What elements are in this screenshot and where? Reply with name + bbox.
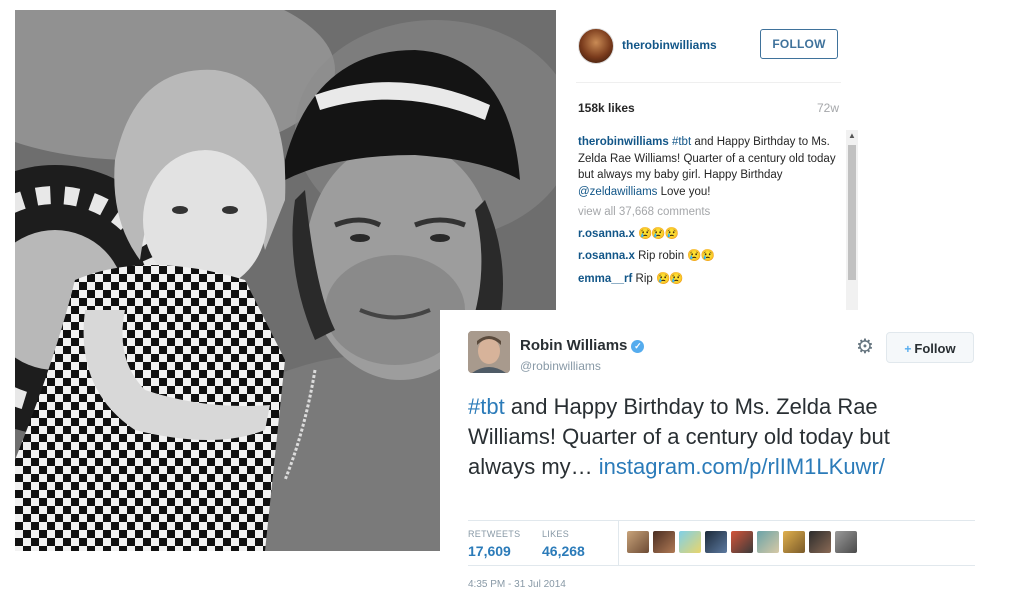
- comment-username[interactable]: emma__rf: [578, 273, 632, 285]
- comment-text: Rip robin: [638, 250, 685, 262]
- instagram-post-age[interactable]: 72w: [817, 101, 839, 115]
- liker-avatars: [627, 531, 861, 555]
- view-all-comments-link[interactable]: view all 37,668 comments: [578, 204, 840, 221]
- avatar[interactable]: [468, 331, 510, 373]
- gear-icon[interactable]: ⚙: [856, 337, 874, 357]
- tweet-link[interactable]: instagram.com/p/rlIM1LKuwr/: [599, 454, 885, 479]
- comment: r.osanna.x Rip robin 😢😢: [578, 248, 840, 265]
- tweet-stats: RETWEETS 17,609 LIKES 46,268: [468, 521, 975, 565]
- likes-count: 46,268: [542, 543, 585, 559]
- divider: [468, 565, 975, 566]
- liker-avatar[interactable]: [679, 531, 701, 553]
- comment-username[interactable]: r.osanna.x: [578, 228, 635, 240]
- tweet-timestamp[interactable]: 4:35 PM - 31 Jul 2014: [468, 579, 566, 590]
- tweet-author-name[interactable]: Robin Williams ✓: [520, 337, 645, 354]
- follow-label: Follow: [914, 341, 956, 356]
- comment-emoji: 😢😢: [656, 272, 684, 285]
- comment: emma__rf Rip 😢😢: [578, 271, 840, 288]
- liker-avatar[interactable]: [627, 531, 649, 553]
- instagram-post-panel: therobinwilliams FOLLOW 158k likes 72w t…: [556, 10, 861, 310]
- divider: [618, 521, 619, 565]
- instagram-follow-button[interactable]: FOLLOW: [760, 29, 838, 59]
- comments-scrollbar[interactable]: ▲: [846, 130, 858, 310]
- retweets-count: 17,609: [468, 543, 511, 559]
- comment-text: Rip: [635, 272, 653, 285]
- caption-username[interactable]: therobinwilliams: [578, 136, 669, 148]
- comment-emoji: 😢😢😢: [638, 227, 679, 240]
- retweets-label: RETWEETS: [468, 529, 521, 539]
- avatar[interactable]: [578, 28, 614, 64]
- comment-emoji: 😢😢: [687, 250, 715, 262]
- divider: [576, 82, 841, 83]
- caption-mention[interactable]: @zeldawilliams: [578, 186, 657, 198]
- author-name-text[interactable]: Robin Williams: [520, 337, 627, 354]
- instagram-comments: therobinwilliams #tbt and Happy Birthday…: [578, 134, 840, 310]
- comment: r.osanna.x 😢😢😢: [578, 226, 840, 243]
- likes-stat[interactable]: LIKES 46,268: [542, 529, 585, 559]
- caption-hashtag[interactable]: #tbt: [672, 136, 691, 148]
- tweet-text: #tbt and Happy Birthday to Ms. Zelda Rae…: [468, 392, 963, 482]
- liker-avatar[interactable]: [705, 531, 727, 553]
- liker-avatar[interactable]: [653, 531, 675, 553]
- retweets-stat[interactable]: RETWEETS 17,609: [468, 529, 520, 559]
- liker-avatar[interactable]: [757, 531, 779, 553]
- scroll-up-arrow-icon[interactable]: ▲: [846, 130, 858, 142]
- scrollbar-thumb[interactable]: [848, 145, 856, 280]
- liker-avatar[interactable]: [809, 531, 831, 553]
- caption-text-end: Love you!: [660, 185, 711, 198]
- instagram-likes-count[interactable]: 158k likes: [578, 101, 635, 115]
- comment-username[interactable]: r.osanna.x: [578, 250, 635, 262]
- liker-avatar[interactable]: [835, 531, 857, 553]
- tweet-card: Robin Williams ✓ @robinwilliams ⚙ + Follow…: [440, 310, 975, 590]
- liker-avatar[interactable]: [731, 531, 753, 553]
- verified-badge-icon: ✓: [631, 340, 645, 353]
- tweet-hashtag[interactable]: #tbt: [468, 394, 505, 419]
- instagram-caption: therobinwilliams #tbt and Happy Birthday…: [578, 134, 840, 200]
- liker-avatar[interactable]: [783, 531, 805, 553]
- tweet-author-handle[interactable]: @robinwilliams: [520, 359, 601, 373]
- follow-person-icon: +: [904, 342, 912, 356]
- instagram-username[interactable]: therobinwilliams: [622, 38, 717, 52]
- twitter-follow-button[interactable]: + Follow: [886, 332, 974, 363]
- likes-label: LIKES: [542, 529, 570, 539]
- instagram-header: therobinwilliams FOLLOW: [576, 24, 841, 66]
- avatar-portrait: [468, 331, 510, 373]
